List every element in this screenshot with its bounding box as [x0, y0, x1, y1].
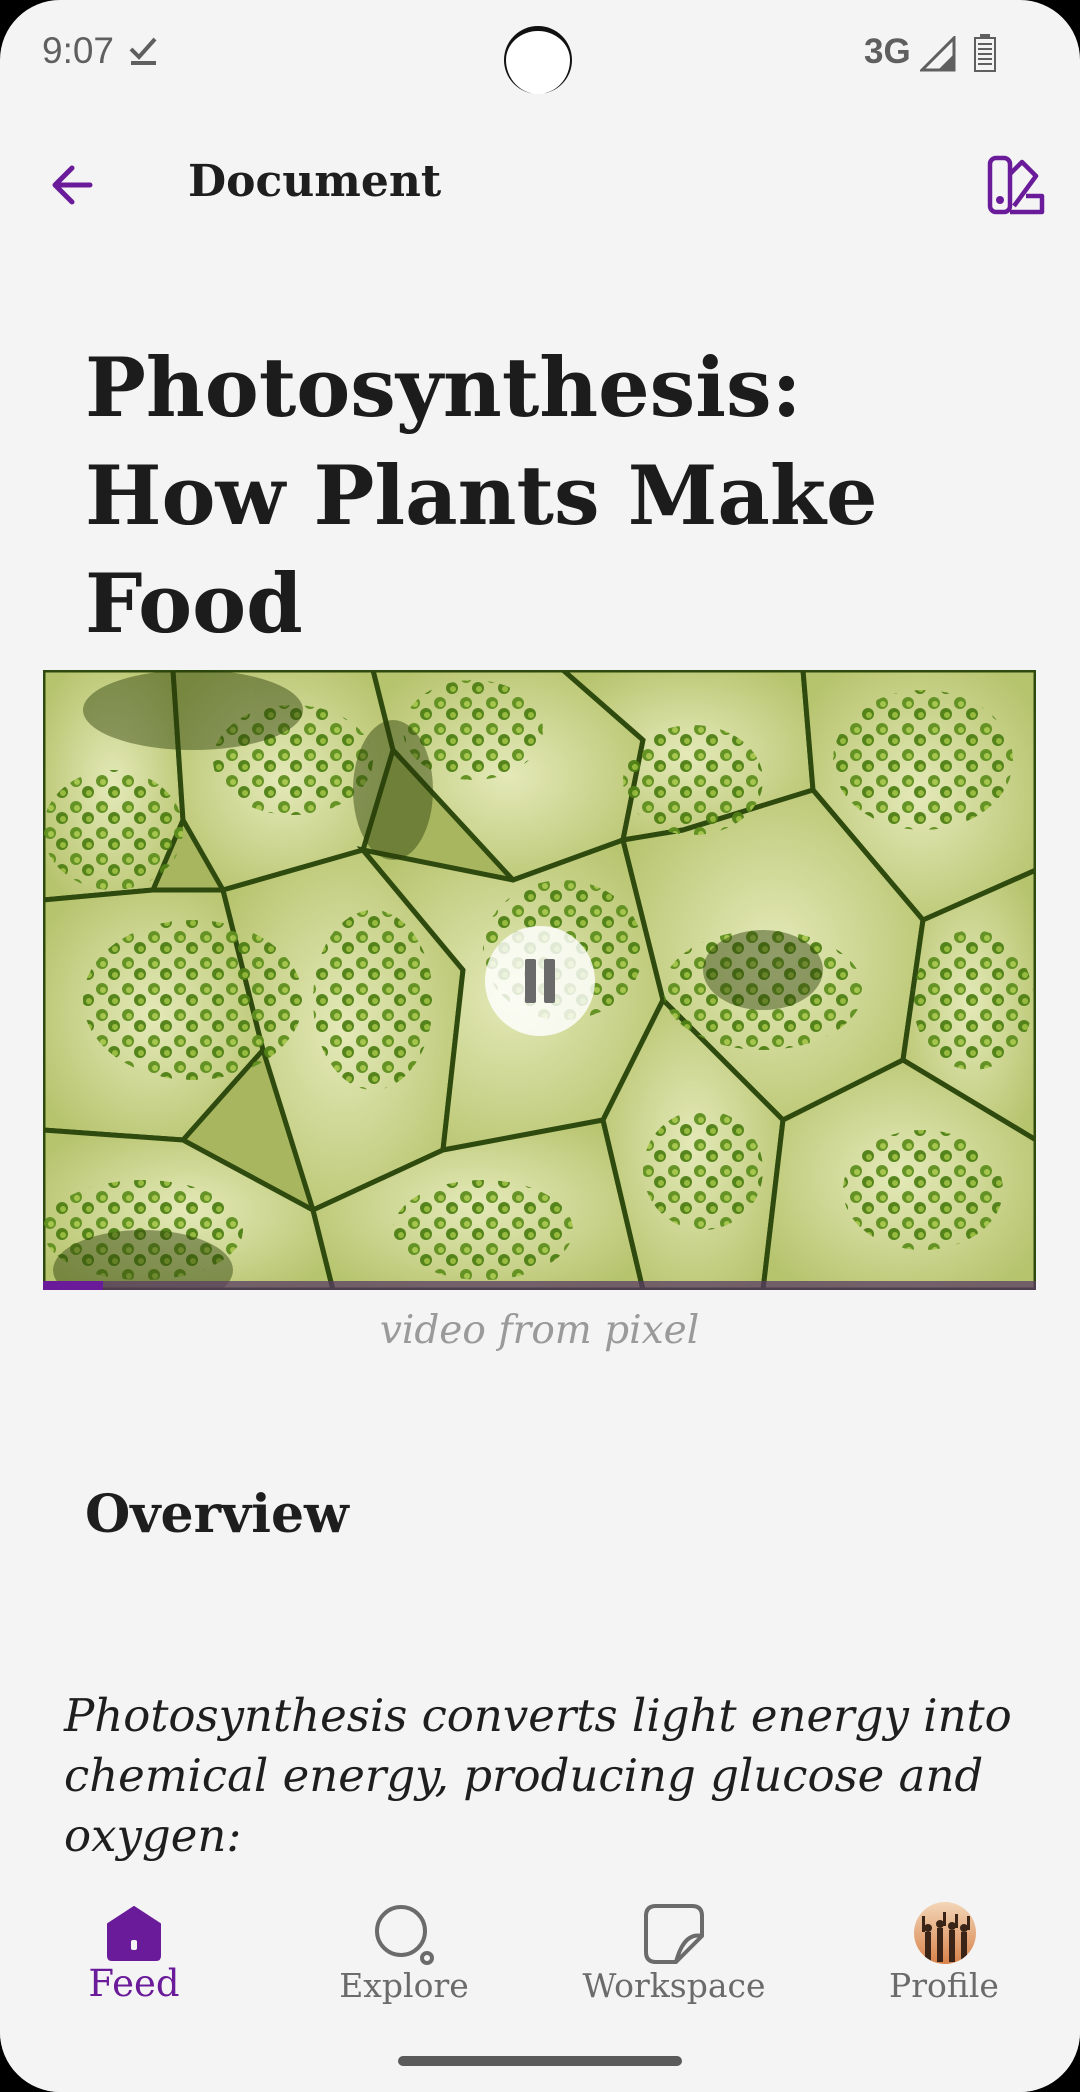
network-type: 3G — [864, 32, 911, 71]
note-icon — [644, 1904, 704, 1964]
pause-button[interactable] — [485, 926, 595, 1036]
video-caption: video from pixel — [379, 1308, 700, 1353]
nav-label-workspace: Workspace — [582, 1966, 766, 2005]
arrow-back-icon — [52, 165, 93, 205]
article-title: Photosynthesis: How Plants Make Food — [85, 341, 878, 652]
palette-swatch-icon — [987, 155, 1045, 215]
search-icon — [375, 1905, 434, 1965]
nav-label-explore: Explore — [339, 1966, 469, 2005]
check-icon — [129, 37, 157, 65]
nav-item-feed[interactable]: Feed — [4, 1872, 264, 2012]
nav-label-profile: Profile — [889, 1966, 999, 2005]
phone-screen: 9:07 3G Document Photosynthesis: How Pla… — [0, 0, 1080, 2092]
video-player[interactable] — [43, 670, 1036, 1290]
signal-icon — [920, 36, 956, 72]
video-progress-bar[interactable] — [43, 1281, 1036, 1290]
home-icon — [107, 1906, 161, 1961]
app-bar-title: Document — [188, 156, 442, 207]
theme-palette-button[interactable] — [984, 152, 1050, 218]
video-progress-fill — [43, 1281, 103, 1290]
camera-cutout — [504, 26, 572, 94]
nav-item-explore[interactable]: Explore — [274, 1872, 534, 2012]
home-indicator[interactable] — [398, 2056, 682, 2066]
body-paragraph: Photosynthesis converts light energy int… — [64, 1689, 1012, 1862]
nav-label-feed: Feed — [88, 1962, 180, 2005]
avatar — [914, 1902, 976, 1964]
status-time: 9:07 — [42, 30, 115, 71]
nav-item-profile[interactable]: Profile — [814, 1872, 1074, 2012]
app-bar: Document — [0, 140, 1080, 228]
nav-item-workspace[interactable]: Workspace — [544, 1872, 804, 2012]
back-button[interactable] — [42, 154, 104, 216]
battery-icon — [974, 34, 996, 72]
section-heading: Overview — [85, 1484, 349, 1545]
status-bar: 9:07 3G — [0, 0, 1080, 110]
